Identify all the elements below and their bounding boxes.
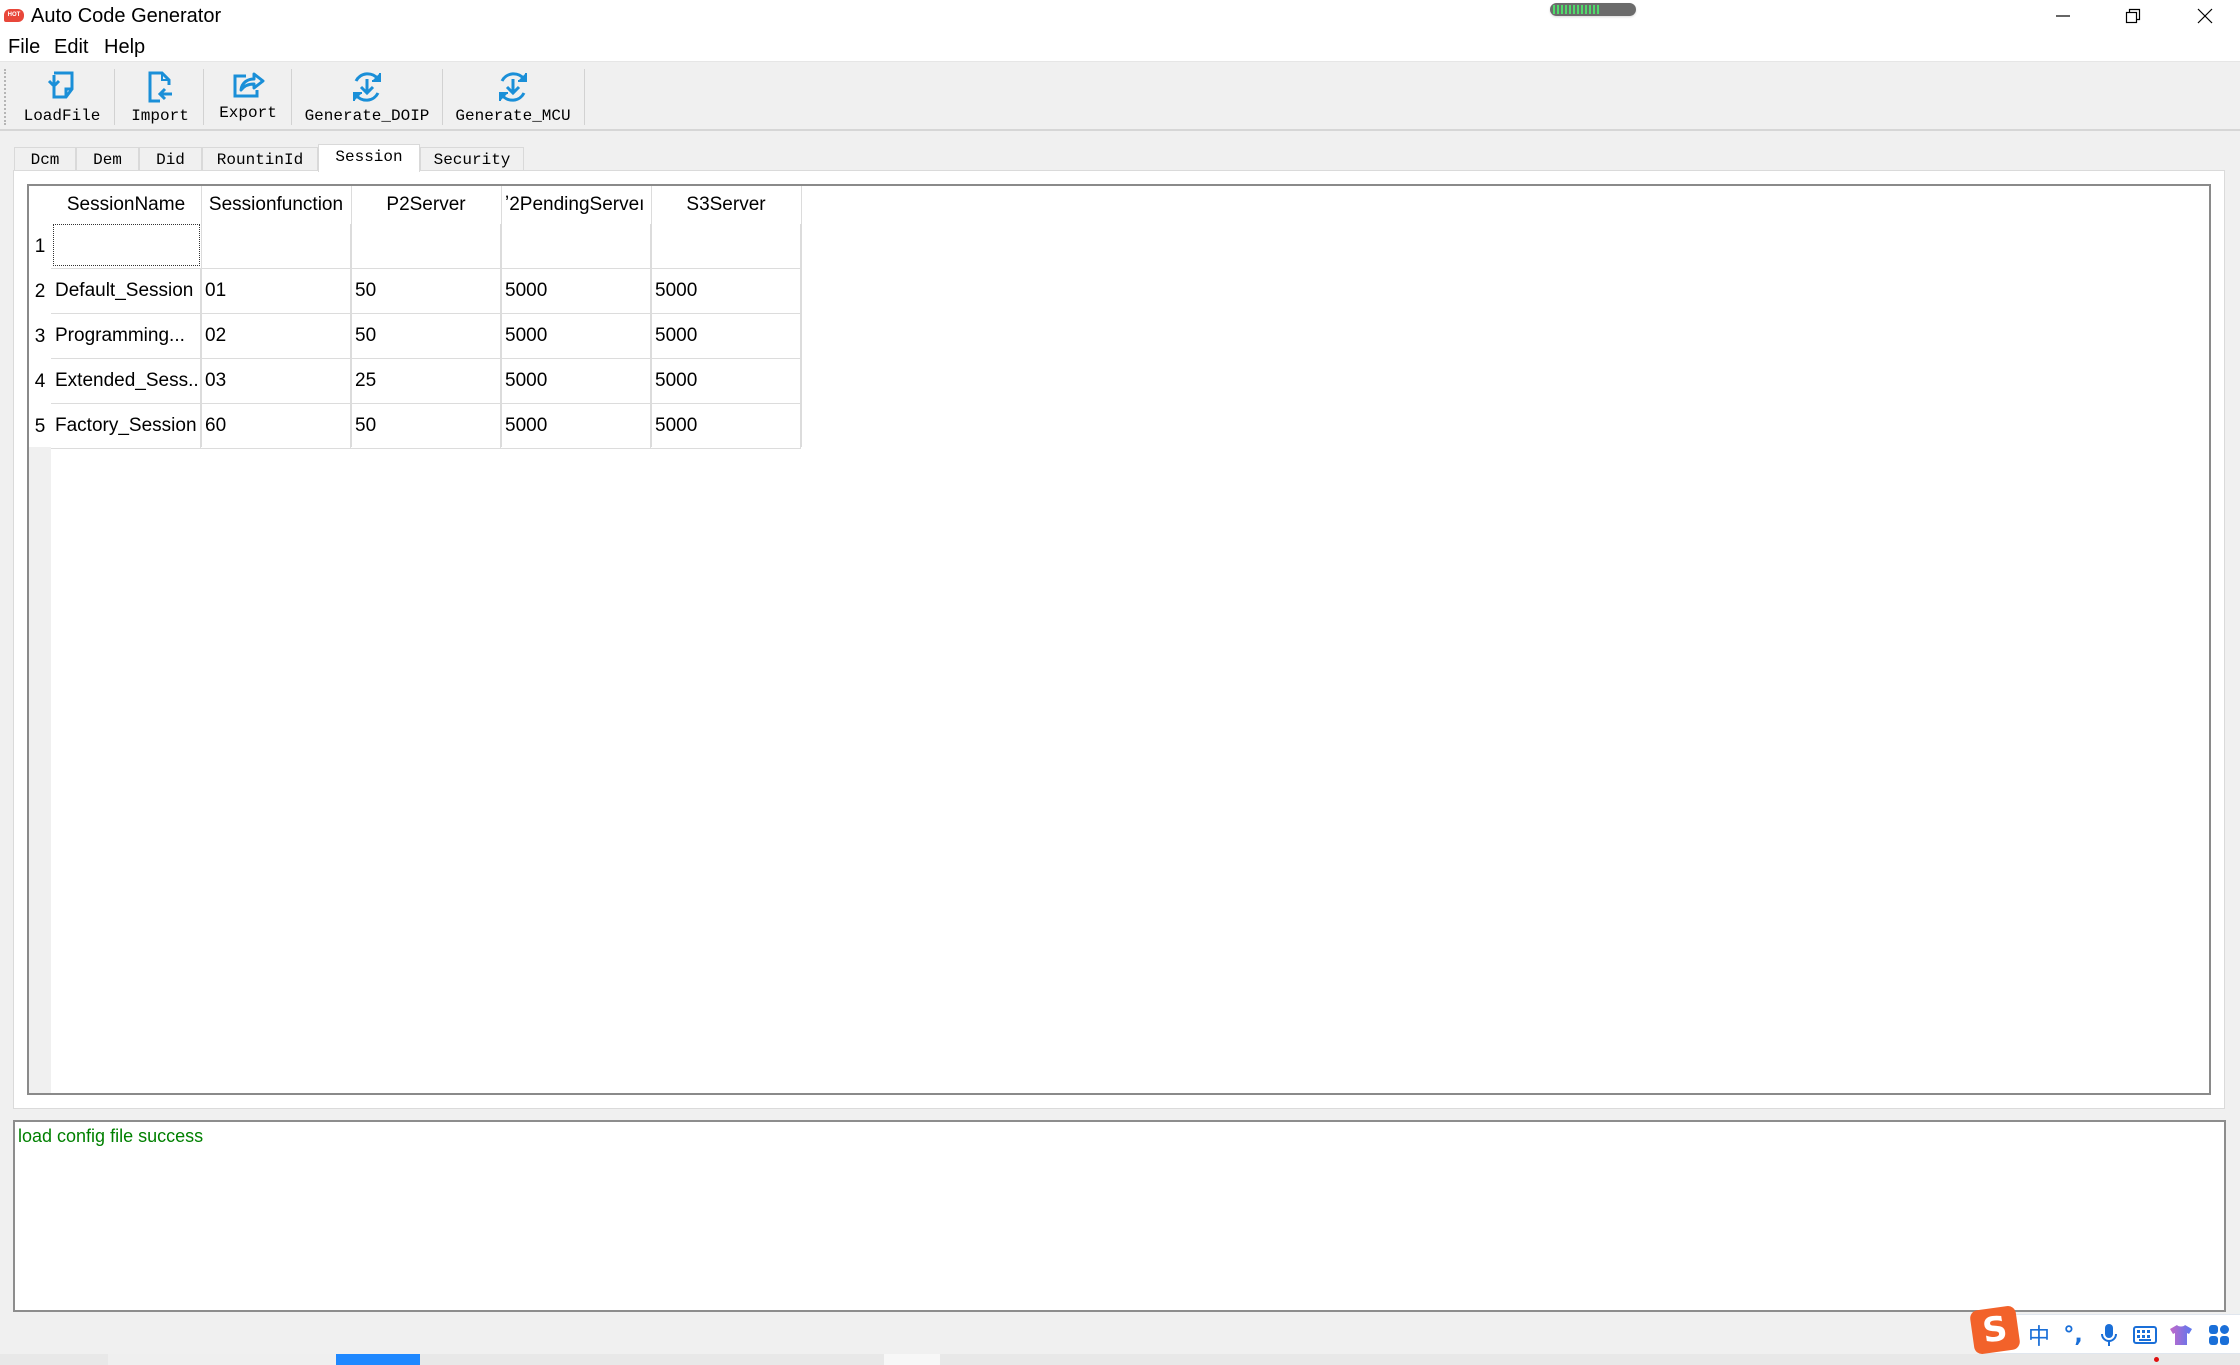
tab-session[interactable]: Session — [318, 144, 420, 172]
menu-edit[interactable]: Edit — [54, 36, 88, 59]
toolbar-separator — [114, 69, 115, 125]
tab-dem[interactable]: Dem — [76, 147, 139, 171]
window-title: Auto Code Generator — [31, 5, 222, 27]
menu-bar: File Edit Help — [0, 32, 2240, 62]
row-number[interactable]: 3 — [29, 314, 51, 359]
table-cell[interactable] — [501, 224, 651, 269]
ime-chinese-mode[interactable]: 中 — [2024, 1320, 2054, 1350]
import-button[interactable]: Import — [118, 67, 202, 127]
table-cell[interactable] — [651, 224, 801, 269]
close-icon — [2197, 8, 2213, 24]
notification-dot — [2154, 1357, 2159, 1362]
table-cell[interactable]: 01 — [201, 269, 351, 314]
table-cell[interactable]: 50 — [351, 404, 501, 449]
table-cell[interactable]: 5000 — [651, 404, 801, 449]
ime-menu-button[interactable] — [2204, 1320, 2234, 1350]
toolbar: LoadFile Import Export Generate_DOIP Gen… — [0, 63, 2240, 131]
export-icon — [233, 72, 265, 98]
network-progress-indicator — [1550, 3, 1636, 16]
column-header-p2pendingserver[interactable]: ʼ2PendingServeı — [501, 186, 651, 224]
log-message: load config file success — [18, 1126, 204, 1146]
table-cell[interactable]: Extended_Sess... — [51, 359, 201, 404]
tab-rountinid[interactable]: RountinId — [202, 147, 318, 171]
table-cell-editing[interactable] — [53, 224, 200, 266]
sogou-ime-logo[interactable]: S — [1969, 1305, 2021, 1355]
table-cell[interactable]: 5000 — [501, 314, 651, 359]
export-button[interactable]: Export — [206, 64, 290, 124]
table-cell[interactable]: 60 — [201, 404, 351, 449]
table-cell[interactable]: 50 — [351, 269, 501, 314]
table-cell[interactable]: 5000 — [501, 269, 651, 314]
minimize-icon — [2056, 15, 2070, 17]
table-cell[interactable] — [201, 224, 351, 269]
tab-did[interactable]: Did — [139, 147, 202, 171]
row-header-column — [29, 447, 51, 1093]
tab-security[interactable]: Security — [420, 147, 524, 171]
import-label: Import — [131, 107, 189, 125]
table-cell[interactable]: Default_Session — [51, 269, 201, 314]
tshirt-icon — [2170, 1325, 2192, 1345]
taskbar-item[interactable] — [108, 1354, 336, 1365]
ime-punctuation-mode[interactable]: °, — [2058, 1320, 2088, 1350]
table-cell[interactable]: 5000 — [651, 269, 801, 314]
table-cell[interactable]: Programming... — [51, 314, 201, 359]
generate-icon — [499, 72, 527, 102]
import-icon — [148, 71, 172, 103]
table-cell[interactable]: 02 — [201, 314, 351, 359]
generate-doip-button[interactable]: Generate_DOIP — [296, 67, 438, 127]
progress-fill — [1553, 5, 1601, 14]
toolbar-separator — [291, 69, 292, 125]
taskbar-item[interactable] — [884, 1354, 940, 1365]
column-header-p2server[interactable]: P2Server — [351, 186, 501, 224]
export-label: Export — [219, 104, 277, 122]
table-cell[interactable]: 5000 — [651, 359, 801, 404]
row-number[interactable]: 1 — [29, 224, 51, 269]
generate-mcu-button[interactable]: Generate_MCU — [446, 67, 580, 127]
column-header-sessionfunction[interactable]: Sessionfunction — [201, 186, 351, 224]
menu-help[interactable]: Help — [104, 36, 145, 59]
row-number[interactable]: 4 — [29, 359, 51, 404]
generate-doip-label: Generate_DOIP — [304, 107, 430, 125]
log-output[interactable] — [13, 1120, 2226, 1312]
generate-mcu-label: Generate_MCU — [455, 107, 571, 125]
toolbar-separator — [584, 69, 585, 125]
table-cell[interactable] — [351, 224, 501, 269]
microphone-icon — [2101, 1324, 2117, 1346]
app-icon: HOT — [4, 9, 24, 22]
toolbar-grip[interactable] — [4, 69, 6, 125]
toolbar-separator — [203, 69, 204, 125]
title-bar: HOT Auto Code Generator — [0, 0, 2240, 32]
table-cell[interactable]: 5000 — [651, 314, 801, 359]
minimize-button[interactable] — [2028, 0, 2098, 32]
close-button[interactable] — [2170, 0, 2240, 32]
row-number[interactable]: 2 — [29, 269, 51, 314]
loadfile-label: LoadFile — [23, 107, 101, 125]
ime-keyboard-button[interactable] — [2130, 1320, 2160, 1350]
menu-file[interactable]: File — [8, 36, 40, 59]
keyboard-icon — [2133, 1326, 2157, 1344]
restore-icon — [2125, 8, 2141, 24]
column-divider[interactable] — [801, 186, 802, 447]
table-cell[interactable]: 5000 — [501, 359, 651, 404]
ime-skin-button[interactable] — [2166, 1320, 2196, 1350]
table-cell[interactable]: 50 — [351, 314, 501, 359]
column-header-s3server[interactable]: S3Server — [651, 186, 801, 224]
table-cell[interactable]: Factory_Session — [51, 404, 201, 449]
taskbar-active-item[interactable] — [336, 1354, 420, 1365]
row-number[interactable]: 5 — [29, 404, 51, 449]
toolbar-separator — [442, 69, 443, 125]
column-header-sessionname[interactable]: SessionName — [51, 186, 201, 224]
loadfile-button[interactable]: LoadFile — [14, 67, 110, 127]
tab-dcm[interactable]: Dcm — [14, 147, 76, 171]
restore-button[interactable] — [2098, 0, 2168, 32]
generate-icon — [353, 72, 381, 102]
grid-menu-icon — [2209, 1325, 2229, 1345]
table-cell[interactable]: 5000 — [501, 404, 651, 449]
table-cell[interactable]: 03 — [201, 359, 351, 404]
load-file-icon — [47, 71, 74, 99]
ime-mic-button[interactable] — [2094, 1320, 2124, 1350]
table-cell[interactable]: 25 — [351, 359, 501, 404]
